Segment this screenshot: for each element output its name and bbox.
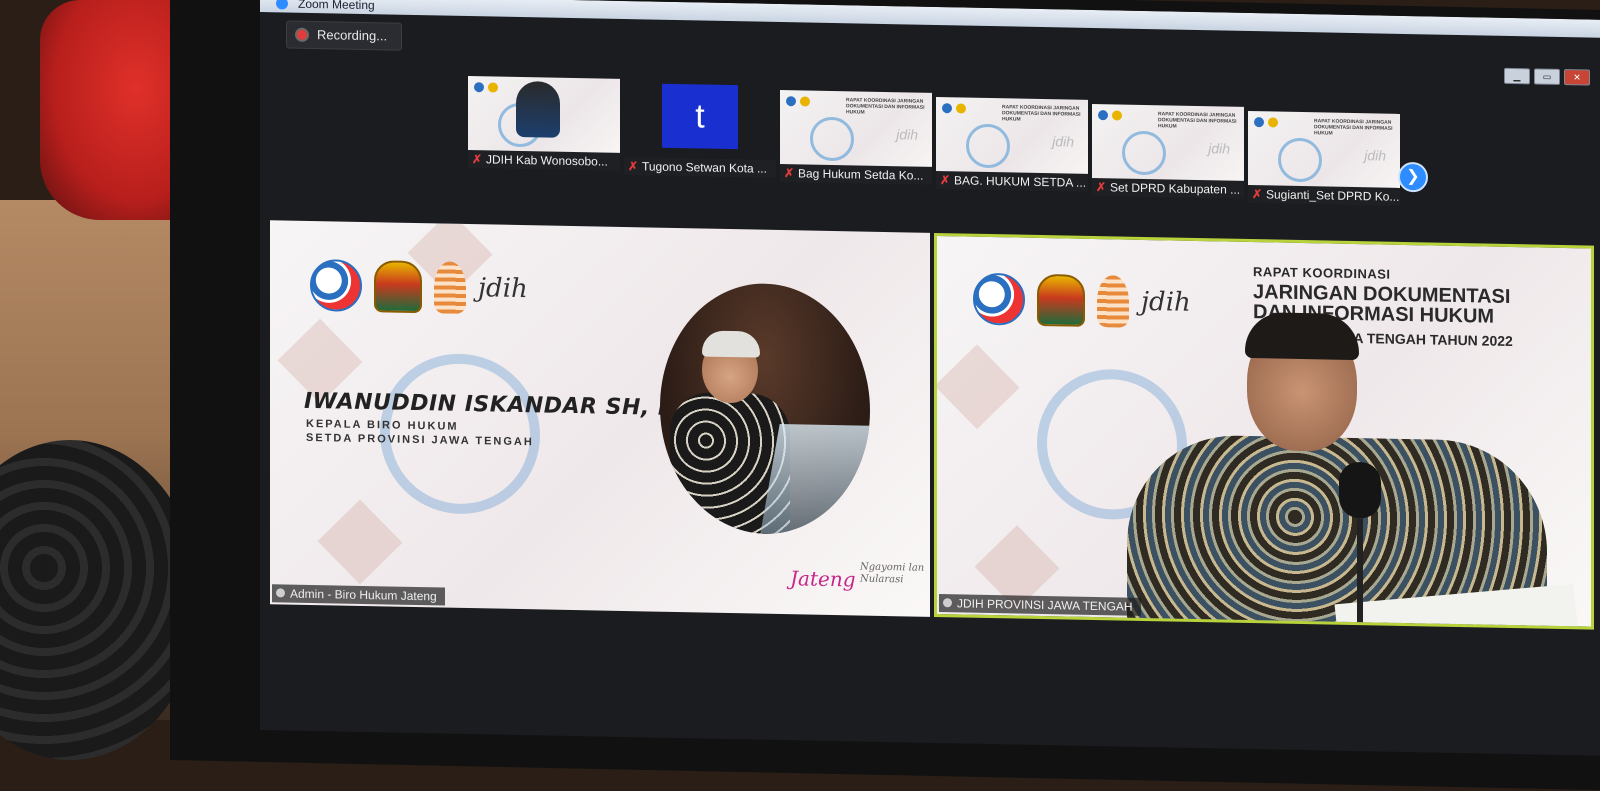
participant-thumb[interactable]: RAPAT KOORDINASI JARINGAN DOKUMENTASI DA… [1248, 110, 1400, 206]
participant-name-bar: ✗ JDIH Kab Wonosobo... [468, 149, 620, 171]
slide-mini-title: RAPAT KOORDINASI JARINGAN DOKUMENTASI DA… [1002, 104, 1081, 123]
video-slide: RAPAT KOORDINASI JARINGAN DOKUMENTASI DA… [1248, 110, 1400, 190]
participant-name: BAG. HUKUM SETDA ... [954, 173, 1087, 190]
participant-thumb[interactable]: RAPAT KOORDINASI JARINGAN DOKUMENTASI DA… [780, 89, 932, 185]
speaker-role: KEPALA BIRO HUKUM SETDA PROVINSI JAWA TE… [306, 417, 534, 449]
participant-name: JDIH Kab Wonosobo... [486, 152, 608, 169]
participant-thumb[interactable]: RAPAT KOORDINASI JARINGAN DOKUMENTASI DA… [936, 96, 1088, 192]
tile-name-label: Admin - Biro Hukum Jateng [272, 584, 445, 606]
close-button[interactable]: ✕ [1564, 69, 1590, 86]
mic-off-icon: ✗ [628, 159, 639, 174]
tagline-signature: Ngayomi lan Nularasi [860, 561, 925, 586]
participant-thumb[interactable]: t ✗ Tugono Setwan Kota ... [624, 82, 776, 178]
window-controls: ▁ ▭ ✕ [1504, 67, 1590, 86]
slide-mini-title: RAPAT KOORDINASI JARINGAN DOKUMENTASI DA… [1314, 118, 1393, 137]
jdihn-globe-logo [310, 258, 362, 312]
speaker-role-line: SETDA PROVINSI JAWA TENGAH [306, 431, 534, 449]
participant-name-bar: ✗ Tugono Setwan Kota ... [624, 156, 776, 178]
participant-person [516, 80, 560, 138]
pin-icon [276, 588, 285, 598]
record-dot-icon [297, 29, 307, 40]
speaker-portrait [660, 281, 870, 536]
participant-thumb[interactable]: ✗ JDIH Kab Wonosobo... [468, 75, 620, 171]
video-slide: RAPAT KOORDINASI JARINGAN DOKUMENTASI DA… [936, 96, 1088, 176]
slide-mini-title: RAPAT KOORDINASI JARINGAN DOKUMENTASI DA… [846, 97, 925, 116]
video-tile-active-speaker[interactable]: jdih RAPAT KOORDINASI JARINGAN DOKUMENTA… [934, 232, 1594, 630]
mic-off-icon: ✗ [1096, 180, 1107, 195]
jdih-wordmark: jdih [478, 273, 528, 305]
zoom-app-icon [276, 0, 288, 10]
chevron-right-icon[interactable]: ❯ [1398, 161, 1428, 193]
video-slide: RAPAT KOORDINASI JARINGAN DOKUMENTASI DA… [780, 89, 932, 169]
participant-name: Tugono Setwan Kota ... [642, 159, 767, 176]
video-tile-shared-slide[interactable]: jdih IWANUDDIN ISKANDAR SH, M.HUM KEPALA… [270, 220, 930, 617]
participant-name: Set DPRD Kabupaten ... [1110, 180, 1241, 197]
pin-icon [943, 598, 952, 608]
recording-indicator[interactable]: Recording... [286, 20, 403, 51]
jateng-seal-logo [1037, 273, 1085, 327]
participant-name-bar: ✗ BAG. HUKUM SETDA ... [936, 170, 1088, 192]
participant-name-bar: ✗ Sugianti_Set DPRD Ko... [1248, 184, 1400, 206]
jdih-wordmark: jdih [1141, 286, 1191, 318]
jdihn-globe-logo [973, 272, 1025, 326]
zoom-screen: Zoom Meeting ▁ ▭ ✕ Recording... ✗ JDIH K… [260, 0, 1600, 756]
jateng-signature: Jateng [790, 566, 856, 592]
mic-off-icon: ✗ [1252, 187, 1263, 202]
jateng-seal-logo [374, 260, 422, 314]
mic-off-icon: ✗ [784, 166, 795, 181]
minimize-button[interactable]: ▁ [1504, 67, 1530, 85]
mic-off-icon: ✗ [940, 173, 951, 188]
video-slide [468, 75, 620, 155]
microphone [1339, 461, 1381, 630]
window-title: Zoom Meeting [298, 0, 375, 13]
participant-name-bar: ✗ Set DPRD Kabupaten ... [1092, 177, 1244, 199]
recording-label: Recording... [317, 27, 388, 44]
maximize-button[interactable]: ▭ [1534, 68, 1560, 85]
participant-thumb[interactable]: RAPAT KOORDINASI JARINGAN DOKUMENTASI DA… [1092, 103, 1244, 199]
slide-mini-title: RAPAT KOORDINASI JARINGAN DOKUMENTASI DA… [1158, 111, 1237, 130]
video-slide: RAPAT KOORDINASI JARINGAN DOKUMENTASI DA… [1092, 103, 1244, 183]
tile-name-label: JDIH PROVINSI JAWA TENGAH [939, 594, 1141, 616]
jdih-flame-logo [434, 261, 466, 314]
speaker-video [1087, 311, 1594, 630]
participant-avatar: t [662, 83, 738, 150]
logo-row: jdih [310, 258, 528, 315]
mic-off-icon: ✗ [472, 152, 483, 167]
participant-name: Bag Hukum Setda Ko... [798, 166, 924, 183]
participant-name-bar: ✗ Bag Hukum Setda Ko... [780, 163, 932, 185]
participant-name: Sugianti_Set DPRD Ko... [1266, 187, 1400, 204]
